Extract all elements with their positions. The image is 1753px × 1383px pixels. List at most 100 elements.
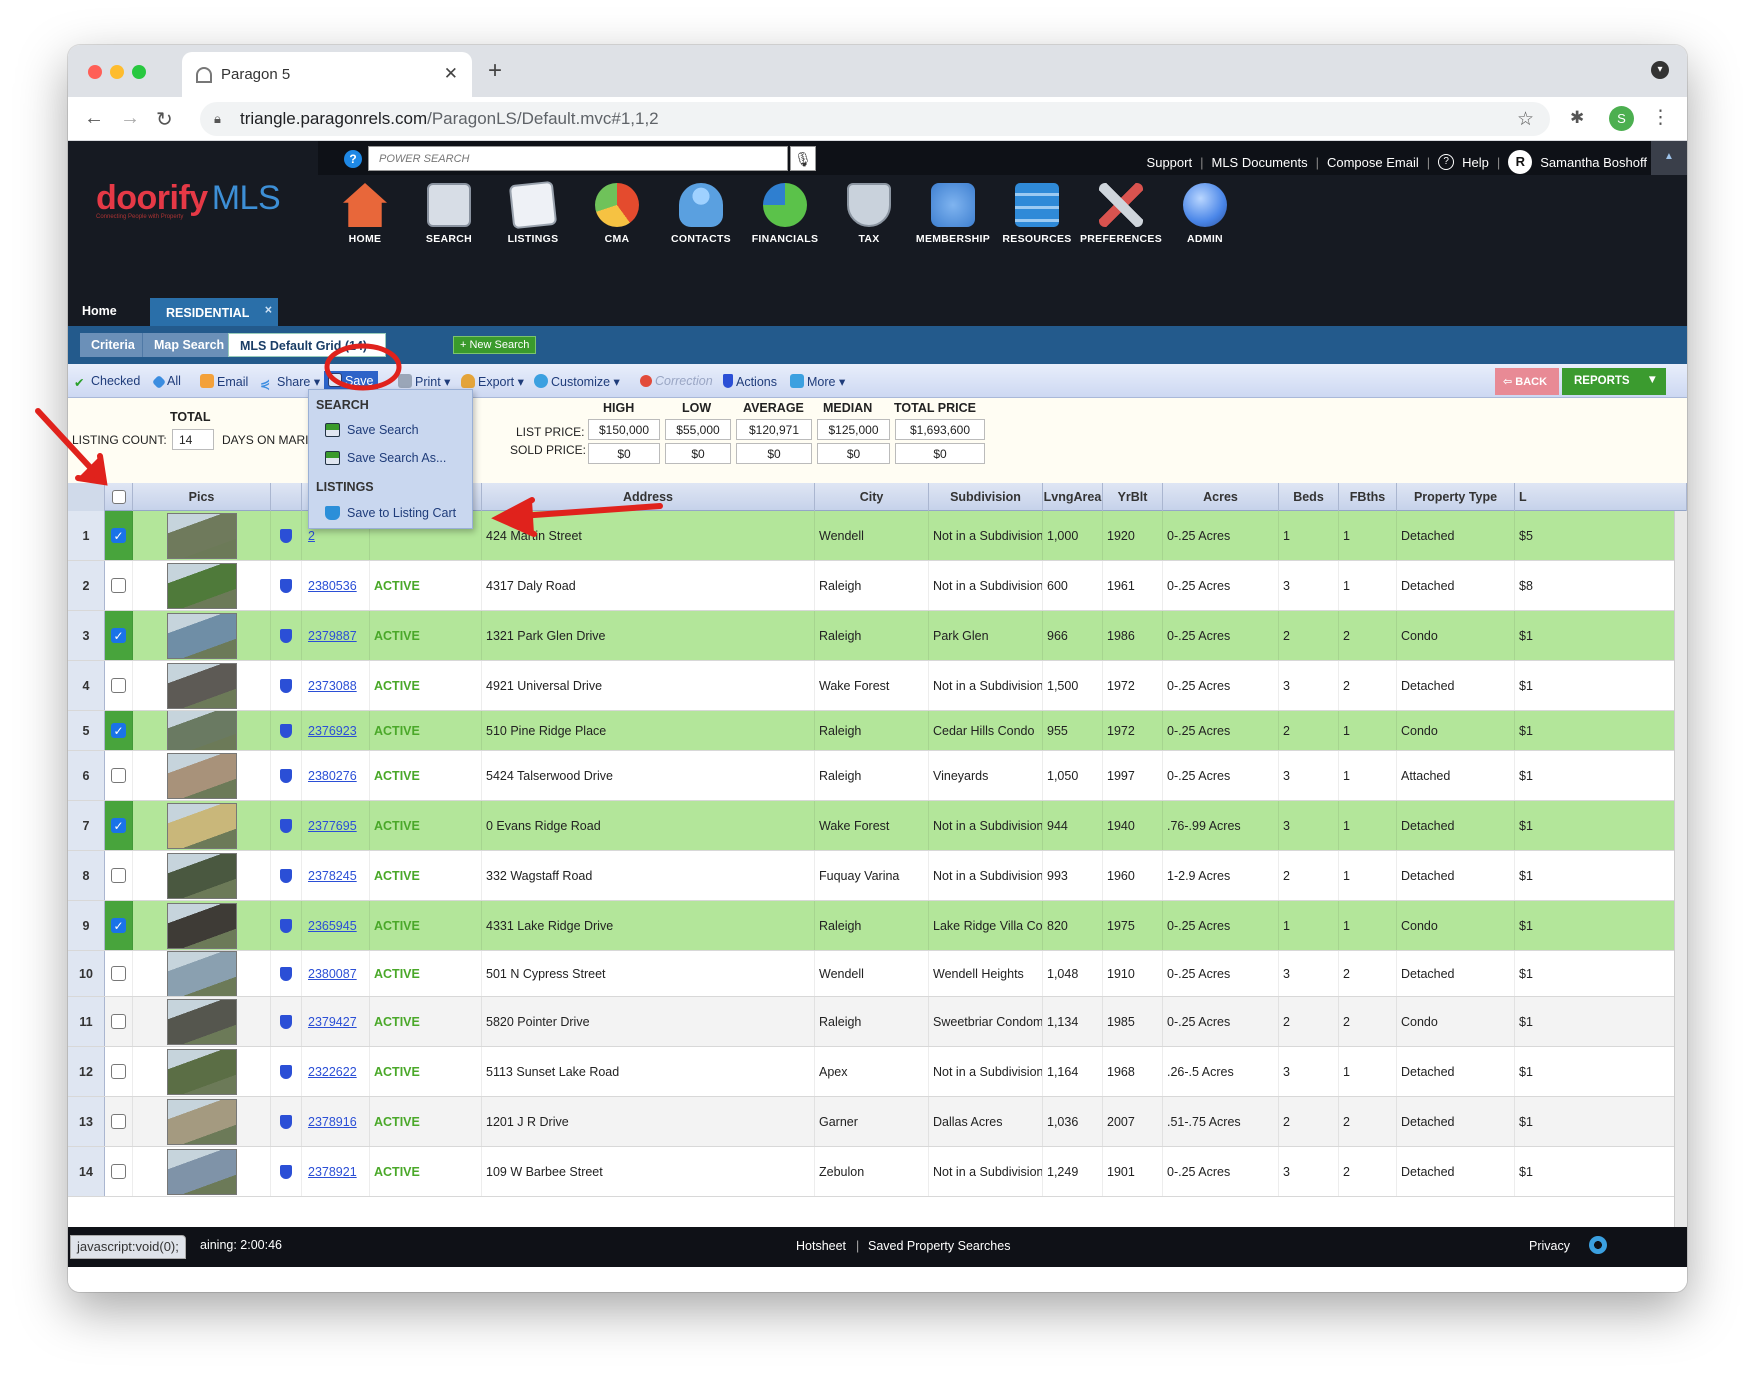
actions-cell[interactable] xyxy=(271,561,302,610)
property-thumbnail[interactable] xyxy=(166,562,237,609)
mls-number-cell[interactable]: 2378245 xyxy=(302,851,370,900)
tab-search-icon[interactable]: ▾ xyxy=(1651,61,1669,79)
forward-arrow-icon[interactable]: → xyxy=(120,107,140,130)
actions-cell[interactable] xyxy=(271,851,302,900)
mls-number-cell[interactable]: 2378916 xyxy=(302,1097,370,1146)
property-thumbnail[interactable] xyxy=(166,951,237,996)
nav-preferences[interactable]: PREFERENCES xyxy=(1079,183,1163,245)
mls-number-link[interactable]: 2380087 xyxy=(308,967,357,981)
row-checkbox-cell[interactable]: ✓ xyxy=(105,611,133,660)
mls-number-link[interactable]: 2378921 xyxy=(308,1165,357,1179)
all-button[interactable]: All xyxy=(151,374,181,390)
table-row[interactable]: 12 2322622 ACTIVE 5113 Sunset Lake Road Apex… xyxy=(68,1047,1687,1097)
row-checkbox-cell[interactable] xyxy=(105,751,133,800)
nav-tax[interactable]: TAX xyxy=(827,183,911,245)
header-beds[interactable]: Beds xyxy=(1279,483,1339,511)
close-window-icon[interactable] xyxy=(88,65,102,79)
more-button[interactable]: More ▾ xyxy=(790,374,845,389)
tab-map-search[interactable]: Map Search xyxy=(142,333,236,357)
save-button[interactable]: Save xyxy=(324,371,378,390)
tab-residential[interactable]: RESIDENTIAL × xyxy=(150,298,278,326)
header-subdivision[interactable]: Subdivision xyxy=(929,483,1043,511)
nav-search[interactable]: SEARCH xyxy=(407,183,491,245)
actions-cell[interactable] xyxy=(271,611,302,660)
pics-cell[interactable] xyxy=(133,951,271,996)
mls-number-cell[interactable]: 2373088 xyxy=(302,661,370,710)
table-row[interactable]: 13 2378916 ACTIVE 1201 J R Drive Garner Dalla… xyxy=(68,1097,1687,1147)
browser-menu-icon[interactable]: ⋮ xyxy=(1651,106,1670,129)
close-tab-icon[interactable]: × xyxy=(265,303,272,317)
extensions-puzzle-icon[interactable]: ✱ xyxy=(1570,108,1584,128)
tab-mls-default-grid[interactable]: MLS Default Grid (14) xyxy=(228,333,386,357)
mls-number-link[interactable]: 2365945 xyxy=(308,919,357,933)
saved-property-searches-link[interactable]: Saved Property Searches xyxy=(868,1239,1010,1253)
plug-icon[interactable] xyxy=(280,1164,292,1179)
table-row[interactable]: 3 ✓ 2379887 ACTIVE 1321 Park Glen Drive Ralei… xyxy=(68,611,1687,661)
property-thumbnail[interactable] xyxy=(166,612,237,659)
back-arrow-icon[interactable]: ← xyxy=(84,107,104,130)
property-thumbnail[interactable] xyxy=(166,1148,237,1195)
mls-number-cell[interactable]: 2365945 xyxy=(302,901,370,950)
correction-button[interactable]: Correction xyxy=(640,374,713,388)
actions-cell[interactable] xyxy=(271,1147,302,1196)
tab-criteria[interactable]: Criteria xyxy=(80,333,146,357)
property-thumbnail[interactable] xyxy=(166,1098,237,1145)
url-bar[interactable]: 🔒︎ triangle.paragonrels.com/ParagonLS/De… xyxy=(200,102,1550,136)
grid-scrollbar[interactable] xyxy=(1674,511,1687,1227)
share-button[interactable]: ⋞ Share ▾ xyxy=(260,374,320,391)
save-search-as-item[interactable]: Save Search As... xyxy=(325,451,446,465)
mls-number-cell[interactable]: 2378921 xyxy=(302,1147,370,1196)
actions-cell[interactable] xyxy=(271,511,302,560)
mls-number-link[interactable]: 2379887 xyxy=(308,629,357,643)
support-link[interactable]: Support xyxy=(1147,155,1193,170)
pics-cell[interactable] xyxy=(133,511,271,560)
table-row[interactable]: 7 ✓ 2377695 ACTIVE 0 Evans Ridge Road Wake Fo… xyxy=(68,801,1687,851)
browser-tab[interactable]: Paragon 5 ✕ xyxy=(182,52,472,97)
actions-cell[interactable] xyxy=(271,1047,302,1096)
export-button[interactable]: Export ▾ xyxy=(461,374,524,389)
row-checkbox-cell[interactable] xyxy=(105,661,133,710)
mls-number-cell[interactable]: 2379427 xyxy=(302,997,370,1046)
table-row[interactable]: 11 2379427 ACTIVE 5820 Pointer Drive Raleigh… xyxy=(68,997,1687,1047)
plug-icon[interactable] xyxy=(280,966,292,981)
property-thumbnail[interactable] xyxy=(166,662,237,709)
power-search-help-icon[interactable]: ? xyxy=(344,150,362,168)
row-checkbox[interactable] xyxy=(111,1164,126,1179)
mls-number-cell[interactable]: 2380276 xyxy=(302,751,370,800)
property-thumbnail[interactable] xyxy=(166,852,237,899)
row-checkbox-cell[interactable]: ✓ xyxy=(105,711,133,750)
row-checkbox[interactable] xyxy=(111,1064,126,1079)
mls-number-link[interactable]: 2378245 xyxy=(308,869,357,883)
header-acres[interactable]: Acres xyxy=(1163,483,1279,511)
back-button[interactable]: ⇦ BACK xyxy=(1495,368,1559,395)
mls-number-cell[interactable]: 2380087 xyxy=(302,951,370,996)
nav-contacts[interactable]: CONTACTS xyxy=(659,183,743,245)
pics-cell[interactable] xyxy=(133,901,271,950)
pics-cell[interactable] xyxy=(133,851,271,900)
row-checkbox-cell[interactable] xyxy=(105,997,133,1046)
table-row[interactable]: 14 2378921 ACTIVE 109 W Barbee Street Zebulo… xyxy=(68,1147,1687,1197)
table-row[interactable]: 5 ✓ 2376923 ACTIVE 510 Pine Ridge Place Ralei… xyxy=(68,711,1687,751)
header-city[interactable]: City xyxy=(815,483,929,511)
pics-cell[interactable] xyxy=(133,801,271,850)
plug-icon[interactable] xyxy=(280,678,292,693)
minimize-window-icon[interactable] xyxy=(110,65,124,79)
actions-cell[interactable] xyxy=(271,1097,302,1146)
pics-cell[interactable] xyxy=(133,751,271,800)
new-search-button[interactable]: + New Search xyxy=(453,336,537,354)
mls-number-link[interactable]: 2377695 xyxy=(308,819,357,833)
header-full-baths[interactable]: FBths xyxy=(1339,483,1397,511)
mls-number-cell[interactable]: 2377695 xyxy=(302,801,370,850)
table-row[interactable]: 8 2378245 ACTIVE 332 Wagstaff Road Fuquay Va… xyxy=(68,851,1687,901)
row-checkbox[interactable]: ✓ xyxy=(111,528,126,543)
nav-membership[interactable]: MEMBERSHIP xyxy=(911,183,995,245)
row-checkbox[interactable] xyxy=(111,1014,126,1029)
nav-financials[interactable]: FINANCIALS xyxy=(743,183,827,245)
reports-dropdown-icon[interactable]: ▼ xyxy=(1647,374,1658,386)
save-to-listing-cart-item[interactable]: Save to Listing Cart xyxy=(325,506,456,520)
mls-number-link[interactable]: 2380276 xyxy=(308,769,357,783)
header-year-built[interactable]: YrBlt xyxy=(1103,483,1163,511)
row-checkbox[interactable]: ✓ xyxy=(111,818,126,833)
select-all-checkbox[interactable] xyxy=(111,490,126,504)
compose-email-link[interactable]: Compose Email xyxy=(1327,155,1419,170)
